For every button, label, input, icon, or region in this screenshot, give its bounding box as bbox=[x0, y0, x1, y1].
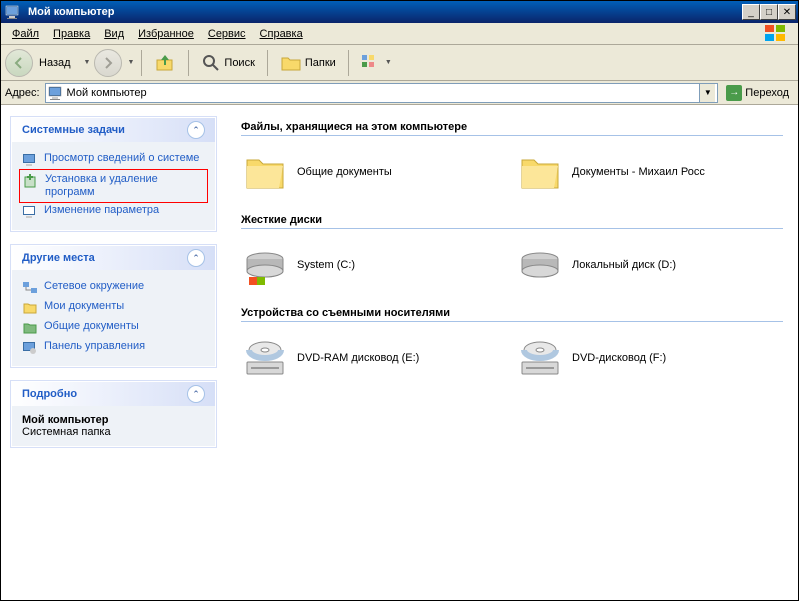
address-text: Мой компьютер bbox=[67, 87, 700, 99]
back-label: Назад bbox=[39, 57, 71, 69]
back-button[interactable] bbox=[5, 49, 33, 77]
folder-shared-icon bbox=[22, 320, 38, 336]
minimize-button[interactable]: _ bbox=[742, 4, 760, 20]
address-bar: Адрес: Мой компьютер ▼ → Переход bbox=[1, 81, 798, 105]
address-dropdown[interactable]: ▼ bbox=[699, 84, 715, 102]
collapse-icon: ⌃ bbox=[187, 385, 205, 403]
item-dvd-ram[interactable]: DVD-RAM дисковод (E:) bbox=[241, 334, 476, 382]
other-places-header[interactable]: Другие места ⌃ bbox=[12, 246, 215, 270]
dvd-drive-icon bbox=[241, 334, 289, 382]
window-title: Мой компьютер bbox=[28, 6, 115, 18]
item-disk-c[interactable]: System (C:) bbox=[241, 241, 476, 289]
other-places-panel: Другие места ⌃ Сетевое окружение Мои док… bbox=[11, 245, 216, 367]
section-disks-header: Жесткие диски bbox=[241, 214, 783, 229]
add-remove-icon bbox=[23, 173, 39, 189]
menu-view[interactable]: Вид bbox=[97, 26, 131, 42]
address-input[interactable]: Мой компьютер ▼ bbox=[45, 83, 719, 103]
details-header[interactable]: Подробно ⌃ bbox=[12, 382, 215, 406]
back-dropdown[interactable]: ▼ bbox=[84, 59, 91, 66]
control-panel-icon bbox=[22, 340, 38, 356]
details-panel: Подробно ⌃ Мой компьютер Системная папка bbox=[11, 381, 216, 447]
place-my-documents[interactable]: Мои документы bbox=[22, 298, 205, 318]
close-button[interactable]: ✕ bbox=[778, 4, 796, 20]
monitor-settings-icon bbox=[22, 204, 38, 220]
forward-button[interactable] bbox=[94, 49, 122, 77]
details-type: Системная папка bbox=[22, 426, 205, 438]
titlebar: Мой компьютер _ □ ✕ bbox=[1, 1, 798, 23]
maximize-button[interactable]: □ bbox=[760, 4, 778, 20]
collapse-icon: ⌃ bbox=[187, 249, 205, 267]
menubar: Файл Правка Вид Избранное Сервис Справка bbox=[1, 23, 798, 45]
search-button[interactable]: Поиск bbox=[196, 51, 259, 75]
place-network[interactable]: Сетевое окружение bbox=[22, 278, 205, 298]
go-arrow-icon: → bbox=[726, 85, 742, 101]
item-user-documents[interactable]: Документы - Михаил Росс bbox=[516, 148, 751, 196]
item-dvd[interactable]: DVD-дисковод (F:) bbox=[516, 334, 751, 382]
windows-logo-icon bbox=[758, 25, 794, 43]
address-label: Адрес: bbox=[5, 87, 40, 99]
hard-disk-icon bbox=[516, 241, 564, 289]
main-view: Файлы, хранящиеся на этом компьютере Общ… bbox=[226, 105, 798, 600]
folder-documents-icon bbox=[22, 300, 38, 316]
task-change-setting[interactable]: Изменение параметра bbox=[22, 202, 205, 222]
menu-file[interactable]: Файл bbox=[5, 26, 46, 42]
window-controls: _ □ ✕ bbox=[742, 4, 796, 20]
menu-tools[interactable]: Сервис bbox=[201, 26, 253, 42]
item-disk-d[interactable]: Локальный диск (D:) bbox=[516, 241, 751, 289]
folders-button[interactable]: Папки bbox=[275, 51, 341, 75]
computer-icon bbox=[5, 4, 21, 20]
task-system-info[interactable]: Просмотр сведений о системе bbox=[22, 150, 205, 170]
up-button[interactable] bbox=[149, 50, 181, 76]
content-area: Системные задачи ⌃ Просмотр сведений о с… bbox=[1, 105, 798, 600]
menu-help[interactable]: Справка bbox=[253, 26, 310, 42]
toolbar: Назад ▼ ▼ Поиск Папки ▼ bbox=[1, 45, 798, 81]
forward-dropdown[interactable]: ▼ bbox=[127, 59, 134, 66]
task-add-remove-programs[interactable]: Установка и удаление программ bbox=[19, 169, 208, 203]
system-tasks-header[interactable]: Системные задачи ⌃ bbox=[12, 118, 215, 142]
views-button[interactable]: ▼ bbox=[356, 52, 397, 74]
folder-icon bbox=[241, 148, 289, 196]
sidebar: Системные задачи ⌃ Просмотр сведений о с… bbox=[1, 105, 226, 600]
system-tasks-panel: Системные задачи ⌃ Просмотр сведений о с… bbox=[11, 117, 216, 231]
section-removable-header: Устройства со съемными носителями bbox=[241, 307, 783, 322]
folder-icon bbox=[516, 148, 564, 196]
details-name: Мой компьютер bbox=[22, 414, 205, 426]
menu-edit[interactable]: Правка bbox=[46, 26, 97, 42]
item-shared-documents[interactable]: Общие документы bbox=[241, 148, 476, 196]
section-files-header: Файлы, хранящиеся на этом компьютере bbox=[241, 121, 783, 136]
go-button[interactable]: → Переход bbox=[721, 84, 794, 102]
computer-icon bbox=[48, 85, 64, 101]
place-control-panel[interactable]: Панель управления bbox=[22, 338, 205, 358]
menu-favorites[interactable]: Избранное bbox=[131, 26, 201, 42]
dvd-drive-icon bbox=[516, 334, 564, 382]
monitor-info-icon bbox=[22, 152, 38, 168]
network-icon bbox=[22, 280, 38, 296]
hard-disk-icon bbox=[241, 241, 289, 289]
place-shared-documents[interactable]: Общие документы bbox=[22, 318, 205, 338]
collapse-icon: ⌃ bbox=[187, 121, 205, 139]
